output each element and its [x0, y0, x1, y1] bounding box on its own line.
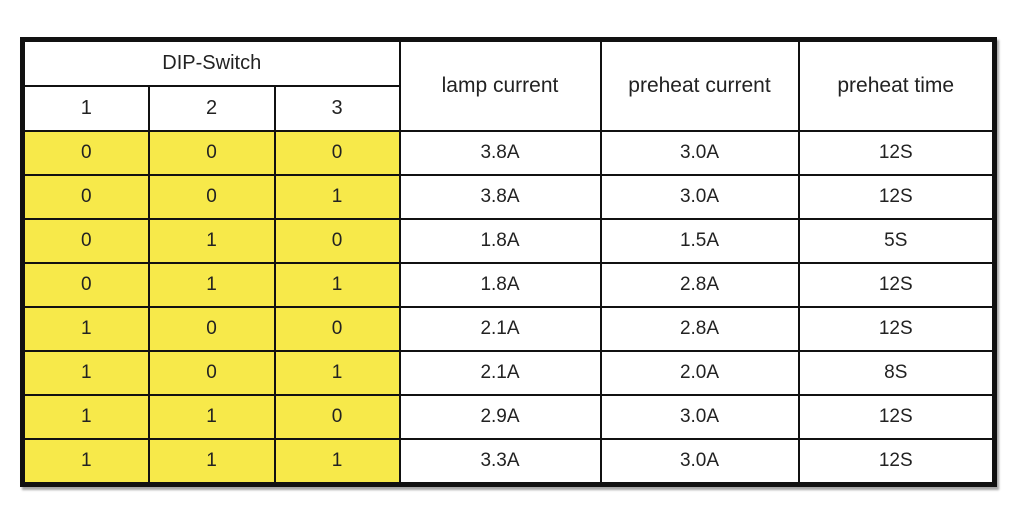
preheat-current-value: 3.0A — [599, 130, 800, 176]
switch-3-value: 0 — [273, 218, 401, 264]
switch-2-header: 2 — [147, 85, 276, 132]
lamp-current-value: 2.9A — [398, 394, 602, 440]
switch-1-value: 0 — [21, 218, 150, 264]
preheat-current-value: 2.8A — [599, 262, 800, 308]
switch-2-value: 0 — [147, 306, 276, 352]
switch-1-value: 1 — [21, 438, 150, 486]
preheat-time-value: 5S — [797, 218, 996, 264]
lamp-current-value: 3.3A — [398, 438, 602, 486]
preheat-current-header: preheat current — [599, 38, 800, 132]
lamp-current-value: 2.1A — [398, 306, 602, 352]
switch-3-value: 1 — [273, 350, 401, 396]
dip-switch-settings-table: DIP-Switch lamp current preheat current … — [20, 37, 997, 487]
switch-1-value: 1 — [21, 306, 150, 352]
switch-3-header: 3 — [273, 85, 401, 132]
dip-switch-table-container: DIP-Switch lamp current preheat current … — [20, 37, 997, 487]
switch-3-value: 0 — [273, 130, 401, 176]
preheat-time-value: 12S — [797, 438, 996, 486]
lamp-current-value: 1.8A — [398, 218, 602, 264]
switch-1-value: 0 — [21, 174, 150, 220]
lamp-current-value: 3.8A — [398, 130, 602, 176]
table-row: 0 1 0 1.8A 1.5A 5S — [21, 218, 996, 264]
preheat-current-value: 1.5A — [599, 218, 800, 264]
preheat-time-value: 12S — [797, 174, 996, 220]
preheat-time-header: preheat time — [797, 38, 996, 132]
preheat-current-value: 3.0A — [599, 438, 800, 486]
table-body: 0 0 0 3.8A 3.0A 12S 0 0 1 3.8A 3.0A 12S 0 1 0 1.8A 1.5A 5… — [21, 130, 996, 486]
table-row: 0 1 1 1.8A 2.8A 12S — [21, 262, 996, 308]
switch-2-value: 1 — [147, 218, 276, 264]
table-row: 1 0 0 2.1A 2.8A 12S — [21, 306, 996, 352]
table-row: 0 0 0 3.8A 3.0A 12S — [21, 130, 996, 176]
switch-2-value: 1 — [147, 394, 276, 440]
preheat-current-value: 3.0A — [599, 394, 800, 440]
preheat-current-value: 2.0A — [599, 350, 800, 396]
preheat-current-value: 2.8A — [599, 306, 800, 352]
preheat-time-value: 12S — [797, 306, 996, 352]
switch-3-value: 1 — [273, 262, 401, 308]
lamp-current-header: lamp current — [398, 38, 602, 132]
table-row: 1 1 0 2.9A 3.0A 12S — [21, 394, 996, 440]
switch-3-value: 0 — [273, 306, 401, 352]
preheat-time-value: 12S — [797, 394, 996, 440]
table-row: 1 1 1 3.3A 3.0A 12S — [21, 438, 996, 486]
switch-3-value: 1 — [273, 174, 401, 220]
switch-1-value: 0 — [21, 262, 150, 308]
preheat-time-value: 8S — [797, 350, 996, 396]
switch-3-value: 0 — [273, 394, 401, 440]
switch-1-header: 1 — [21, 85, 150, 132]
switch-2-value: 0 — [147, 350, 276, 396]
lamp-current-value: 1.8A — [398, 262, 602, 308]
switch-1-value: 1 — [21, 394, 150, 440]
table-row: 0 0 1 3.8A 3.0A 12S — [21, 174, 996, 220]
preheat-time-value: 12S — [797, 130, 996, 176]
switch-2-value: 1 — [147, 438, 276, 486]
switch-1-value: 0 — [21, 130, 150, 176]
lamp-current-value: 2.1A — [398, 350, 602, 396]
dip-switch-group-header: DIP-Switch — [21, 38, 401, 87]
lamp-current-value: 3.8A — [398, 174, 602, 220]
preheat-time-value: 12S — [797, 262, 996, 308]
switch-2-value: 0 — [147, 174, 276, 220]
table-row: 1 0 1 2.1A 2.0A 8S — [21, 350, 996, 396]
preheat-current-value: 3.0A — [599, 174, 800, 220]
switch-2-value: 1 — [147, 262, 276, 308]
switch-1-value: 1 — [21, 350, 150, 396]
switch-2-value: 0 — [147, 130, 276, 176]
header-row-top: DIP-Switch lamp current preheat current … — [21, 38, 996, 132]
switch-3-value: 1 — [273, 438, 401, 486]
